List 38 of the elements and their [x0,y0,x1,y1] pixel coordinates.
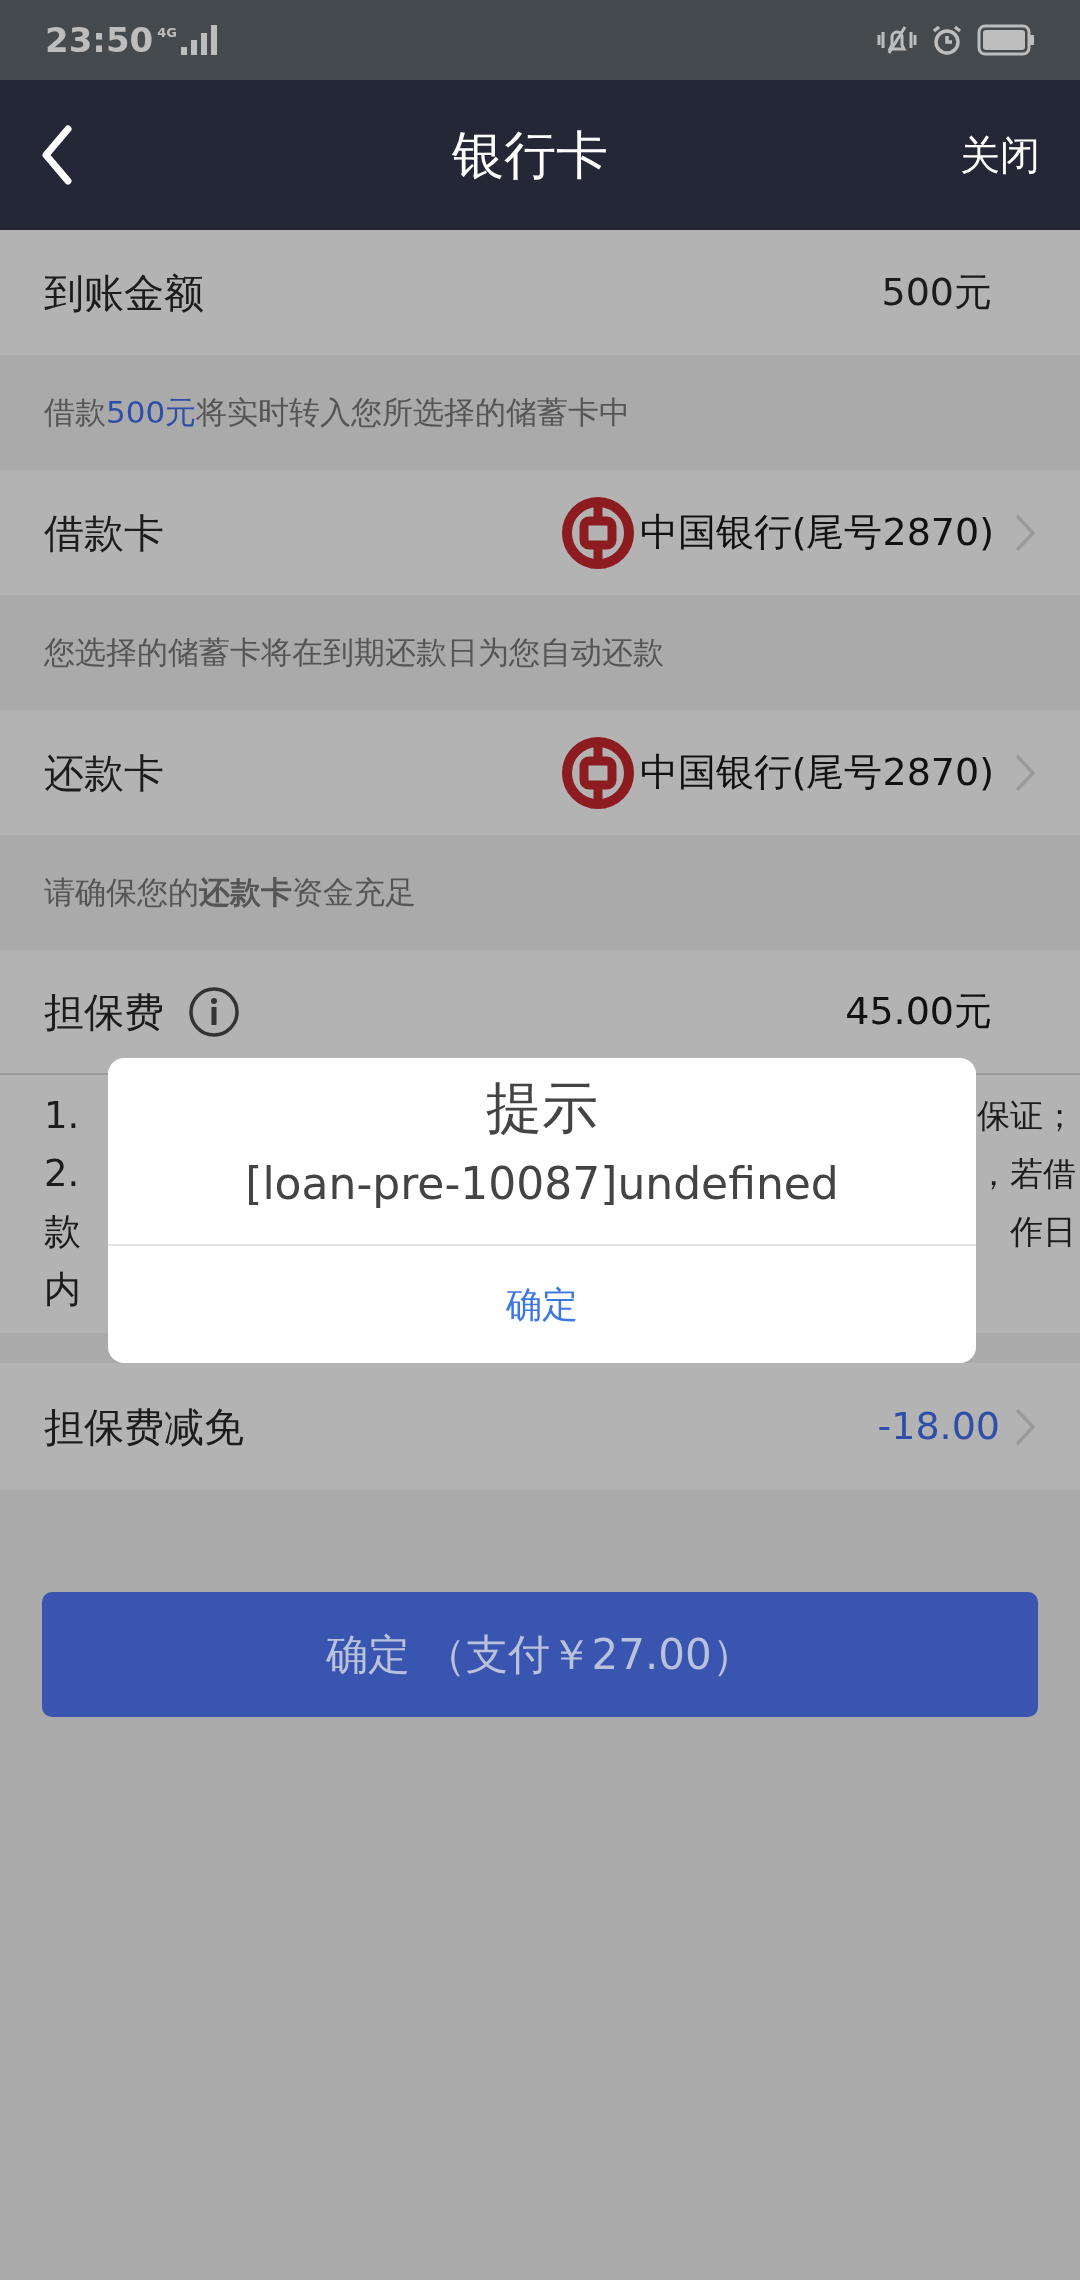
hint-text: 借款500元将实时转入您所选择的储蓄卡中 [44,393,631,433]
signal-icon [180,25,217,55]
note-text: 保证； [977,1095,1076,1138]
alarm-icon [931,24,963,56]
hint-text: 您选择的储蓄卡将在到期还款日为您自动还款 [44,633,664,673]
network-type: 4G [157,23,177,42]
row-label: 借款卡 [44,508,164,558]
note-text: ，若借 [977,1153,1076,1196]
note-text: 作日 [1010,1211,1076,1254]
hint-text: 请确保您的还款卡资金充足 [44,873,416,913]
close-button[interactable]: 关闭 [960,125,1040,185]
chevron-right-icon [1014,752,1036,793]
bank-card-selector[interactable]: 中国银行(尾号2870) [561,470,1036,595]
confirm-button[interactable]: 确定 （支付￥27.00） [42,1592,1038,1717]
chevron-right-icon [1014,512,1036,553]
page-title: 银行卡 [452,124,608,187]
note-text: 款 [44,1209,81,1256]
dialog-title: 提示 [486,1074,598,1142]
row-label: 担保费减免 [44,1402,244,1452]
row-label: 到账金额 [44,268,204,318]
clock-time: 23:50 [45,18,154,62]
note-text: 2. [44,1151,80,1198]
dialog-message: [loan-pre-10087]undefined [245,1157,839,1211]
info-icon[interactable] [188,985,240,1038]
discount-selector[interactable]: -18.00 [877,1363,1036,1490]
dialog-ok-button[interactable]: 确定 [108,1246,976,1363]
bank-logo-icon [561,496,634,569]
row-label: 还款卡 [44,748,164,798]
row-label: 担保费 [44,987,164,1037]
bank-card-selector[interactable]: 中国银行(尾号2870) [561,710,1036,835]
amount-value: 500元 [881,269,992,316]
bank-logo-icon [561,736,634,809]
chevron-right-icon [1014,1406,1036,1447]
note-text: 1. [44,1093,80,1140]
fee-value: 45.00元 [845,988,992,1035]
battery-icon [977,24,1035,56]
back-icon [40,125,74,185]
note-text: 内 [44,1267,81,1314]
